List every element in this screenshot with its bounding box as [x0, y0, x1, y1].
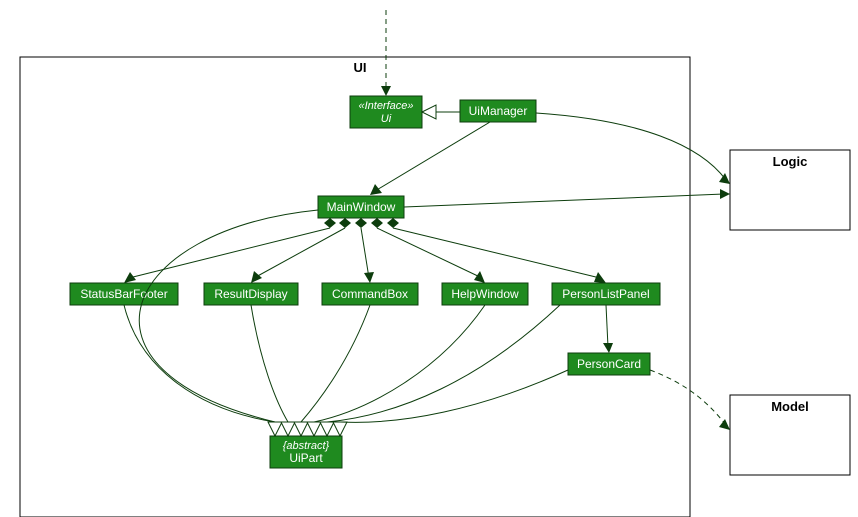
result-display-label: ResultDisplay	[214, 287, 287, 301]
node-help-window: HelpWindow	[442, 283, 528, 305]
tri-uipart-1	[268, 422, 282, 436]
arrow-plp-pc	[603, 343, 613, 353]
node-result-display: ResultDisplay	[204, 283, 298, 305]
node-main-window: MainWindow	[318, 196, 404, 218]
node-ui-part: {abstract} UiPart	[270, 436, 342, 468]
diamond-mw-5	[387, 218, 399, 228]
ui-part-name: UiPart	[289, 451, 323, 465]
edge-gen-mw-uipart	[139, 210, 318, 422]
diamond-mw-3	[355, 218, 367, 228]
arrow-mainwindow-logic	[720, 189, 730, 199]
edge-gen-hw-uipart	[314, 305, 485, 422]
edge-gen-pc-uipart	[340, 370, 568, 422]
edge-mw-plp	[393, 228, 600, 278]
edge-uimanager-mainwindow	[375, 122, 490, 191]
node-ui-interface: «Interface» Ui	[350, 96, 422, 128]
edge-gen-rd-uipart	[251, 305, 288, 422]
status-bar-footer-label: StatusBarFooter	[80, 287, 167, 301]
edge-mainwindow-logic	[404, 194, 724, 207]
diamond-mw-2	[339, 218, 351, 228]
ui-interface-name: Ui	[381, 113, 392, 125]
main-window-label: MainWindow	[327, 200, 396, 214]
ui-manager-label: UiManager	[469, 104, 528, 118]
edge-mw-help	[377, 228, 482, 278]
arrow-uimanager-logic	[719, 173, 730, 184]
edge-pc-model	[650, 370, 726, 425]
edge-gen-cb-uipart	[301, 305, 370, 422]
edge-uimanager-logic	[536, 113, 726, 180]
node-status-bar-footer: StatusBarFooter	[70, 283, 178, 305]
node-person-card: PersonCard	[568, 353, 650, 375]
edge-gen-sbf-uipart	[124, 305, 275, 422]
arrow-mw-statusbar	[124, 272, 136, 283]
arrow-uimanager-mainwindow	[370, 184, 382, 195]
package-ui-title: UI	[354, 60, 367, 75]
help-window-label: HelpWindow	[451, 287, 519, 301]
tri-uipart-4	[307, 422, 321, 436]
arrow-ext-to-ui	[381, 86, 391, 96]
command-box-label: CommandBox	[332, 287, 408, 301]
node-command-box: CommandBox	[322, 283, 418, 305]
tri-uipart-5	[320, 422, 334, 436]
person-list-panel-label: PersonListPanel	[562, 287, 649, 301]
arrow-mw-cmdbox	[364, 272, 374, 283]
arrow-realize-uimanager-ui	[422, 105, 436, 119]
person-card-label: PersonCard	[577, 357, 641, 371]
edge-mw-cmdbox	[361, 228, 369, 278]
tri-uipart-3	[294, 422, 308, 436]
package-model-title: Model	[771, 399, 809, 414]
node-ui-manager: UiManager	[460, 100, 536, 122]
node-person-list-panel: PersonListPanel	[552, 283, 660, 305]
edge-plp-pc	[606, 305, 608, 347]
package-logic-title: Logic	[773, 154, 808, 169]
arrow-mw-result	[251, 271, 262, 283]
arrow-mw-help	[474, 271, 485, 283]
tri-uipart-6	[333, 422, 347, 436]
tri-uipart-2	[281, 422, 295, 436]
arrow-pc-model	[719, 419, 730, 430]
diamond-mw-1	[324, 218, 336, 228]
diamond-mw-4	[371, 218, 383, 228]
ui-interface-stereo: «Interface»	[358, 100, 413, 112]
edge-gen-plp-uipart	[327, 305, 560, 422]
arrow-mw-plp	[594, 272, 606, 283]
